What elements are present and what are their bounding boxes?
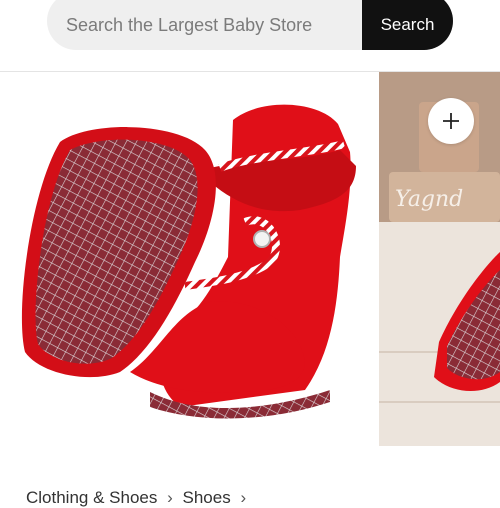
- product-image-main[interactable]: [0, 72, 374, 446]
- baby-booties-illustration: [21, 104, 356, 419]
- breadcrumb-item-shoes[interactable]: Shoes: [183, 488, 231, 508]
- breadcrumb: Clothing & Shoes › Shoes ›: [26, 488, 251, 508]
- search-input[interactable]: [47, 0, 362, 50]
- search-bar: Search: [47, 0, 453, 50]
- breadcrumb-separator: ›: [167, 488, 173, 507]
- next-image-sign-text: Yagnd: [395, 187, 463, 212]
- zoom-button[interactable]: [428, 98, 474, 144]
- plus-icon: [443, 113, 459, 129]
- breadcrumb-separator: ›: [240, 488, 247, 507]
- search-button[interactable]: Search: [362, 0, 453, 50]
- breadcrumb-item-clothing-shoes[interactable]: Clothing & Shoes: [26, 488, 157, 508]
